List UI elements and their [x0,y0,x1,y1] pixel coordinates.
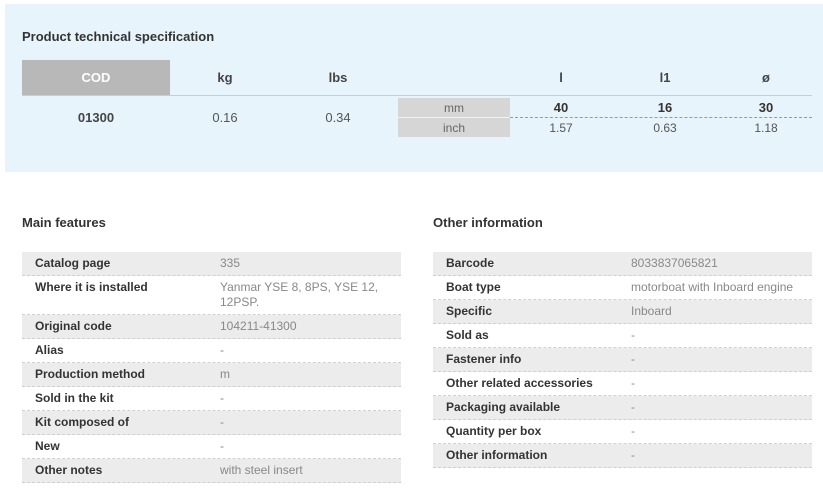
row-label: Barcode [446,256,495,270]
technical-spec-panel: Product technical specification COD kg l… [5,4,823,172]
table-row: Other notes with steel insert [22,459,401,483]
inch-l-value: 1.57 [549,120,573,135]
table-row: Quantity per box - [433,420,812,444]
table-row: Barcode 8033837065821 [433,252,812,276]
spec-title: Product technical specification [22,29,215,44]
row-value: - [631,328,635,342]
table-row: Alias - [22,339,401,363]
row-value: - [631,400,635,414]
row-label: Other related accessories [446,376,593,390]
row-value: Yanmar YSE 8, 8PS, YSE 12, 12PSP. [220,280,379,309]
row-value: m [220,367,230,381]
row-label: Sold as [446,328,489,342]
row-value: with steel insert [220,463,303,477]
row-value: 335 [220,256,241,270]
row-value: - [631,352,635,366]
cod-value: 01300 [77,109,115,125]
row-label: Quantity per box [446,424,542,438]
row-label: Packaging available [446,400,561,414]
table-row: Other information - [433,444,812,468]
row-label: Boat type [446,280,501,294]
header-lbs: lbs [328,70,348,85]
spec-table: COD kg lbs l l1 ø 01300 0.16 0.34 mm inc… [22,60,812,140]
row-label: Catalog page [35,256,111,270]
row-value: - [220,415,224,429]
header-divider [22,95,812,96]
header-cod: COD [22,60,170,95]
table-row: Sold in the kit - [22,387,401,411]
table-row: Packaging available - [433,396,812,420]
table-row: Boat type motorboat with Inboard engine [433,276,812,300]
row-value: - [631,424,635,438]
row-label: Specific [446,304,493,318]
header-l1: l1 [659,70,671,85]
row-value: 104211-41300 [220,319,297,333]
row-value: - [220,391,224,405]
inch-l1-value: 0.63 [653,120,677,135]
unit-inch: inch [398,118,510,137]
mm-diameter-value: 30 [758,100,774,115]
row-label: Other information [446,448,548,462]
table-row: Kit composed of - [22,411,401,435]
row-label: Alias [35,343,64,357]
other-info-table: Barcode 8033837065821 Boat type motorboat … [433,252,812,468]
row-value: Inboard [631,304,672,318]
table-row: Other related accessories - [433,372,812,396]
row-label: Original code [35,319,112,333]
table-row: New - [22,435,401,459]
header-diameter: ø [762,70,770,85]
mm-l1-value: 16 [657,100,673,115]
table-row: Fastener info - [433,348,812,372]
table-row: Production method m [22,363,401,387]
header-kg: kg [217,70,233,85]
row-value: 8033837065821 [631,256,718,270]
row-label: Other notes [35,463,103,477]
row-value: - [631,448,635,462]
row-label: New [35,439,60,453]
row-label: Production method [35,367,145,381]
header-l: l [559,70,563,85]
main-features-table: Catalog page 335 Where it is installed Yan… [22,252,401,483]
table-row: Sold as - [433,324,812,348]
table-row: Original code 104211-41300 [22,315,401,339]
row-label: Where it is installed [35,280,148,294]
row-label: Fastener info [446,352,522,366]
row-value: motorboat with Inboard engine [631,280,794,294]
row-value: - [220,439,224,453]
row-value: - [631,376,635,390]
unit-mm: mm [398,98,510,117]
mm-l-value: 40 [553,100,569,115]
kg-value: 0.16 [212,109,238,125]
inch-diameter-value: 1.18 [754,120,778,135]
row-label: Sold in the kit [35,391,114,405]
row-label: Kit composed of [35,415,130,429]
table-row: Specific Inboard [433,300,812,324]
row-value: - [220,343,224,357]
table-row: Where it is installed Yanmar YSE 8, 8PS, … [22,276,401,315]
other-info-title: Other information [433,215,543,230]
lbs-value: 0.34 [325,109,351,125]
main-features-title: Main features [22,215,106,230]
table-row: Catalog page 335 [22,252,401,276]
